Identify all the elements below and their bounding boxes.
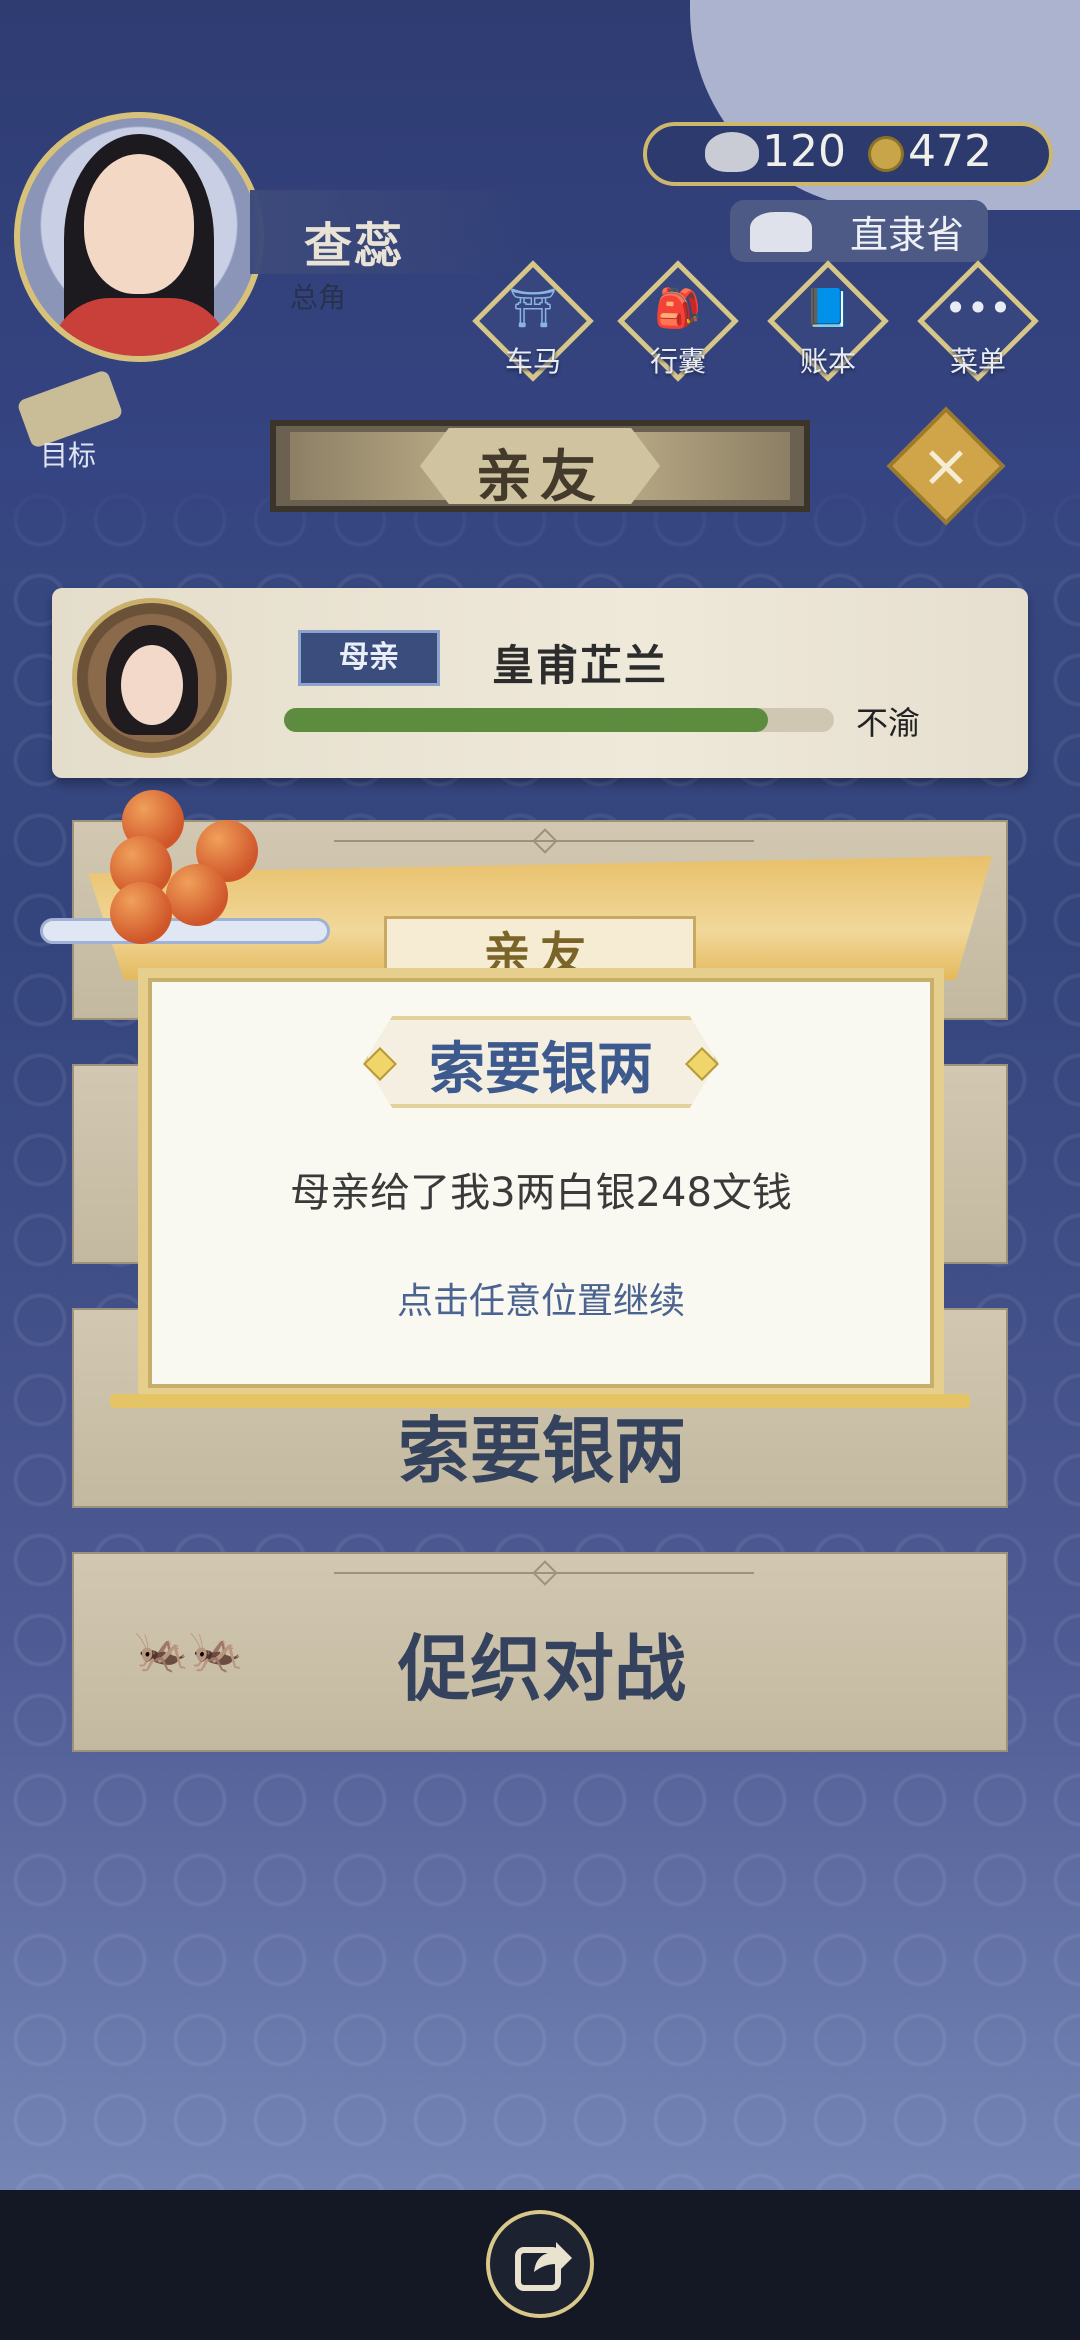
menu-dots-icon: ••• [944, 286, 1012, 330]
popup-base [110, 1394, 970, 1408]
ledger-icon: 📘 [804, 286, 852, 330]
share-button[interactable] [486, 2210, 594, 2318]
cricket-battle-card[interactable]: 🦗🦗 促织对战 [72, 1552, 1008, 1752]
avatar-face [84, 154, 194, 294]
goal-label: 目标 [40, 439, 97, 472]
player-role: 总角 [290, 281, 347, 314]
continue-hint[interactable]: 点击任意位置继续 [138, 1272, 944, 1324]
popup-heading: 索要银两 [429, 1037, 653, 1102]
popup-message: 母亲给了我3两白银248文钱 [290, 1170, 792, 1216]
cricket-battle-label: 促织对战 [397, 1627, 686, 1711]
silver-ingot-icon [705, 132, 759, 172]
page-title: 亲友 [476, 445, 604, 510]
menu-label: 菜单 [949, 345, 1006, 378]
player-avatar[interactable] [14, 112, 264, 362]
relationship-status: 不渝 [856, 704, 921, 742]
ledger-label: 账本 [799, 345, 856, 378]
avatar-robe [50, 298, 230, 356]
location-label: 直隶省 [850, 213, 965, 257]
relative-avatar [72, 598, 232, 758]
silver-amount: 120 [762, 126, 846, 177]
carriage-label: 车马 [504, 345, 561, 378]
copper-coin-icon [868, 136, 904, 172]
relative-name: 皇甫芷兰 [492, 641, 669, 690]
player-name: 查蕊 [304, 218, 405, 274]
relative-face [121, 645, 183, 725]
relation-tag: 母亲 [298, 630, 440, 686]
bag-icon: 🎒 [654, 286, 702, 330]
share-icon [515, 2242, 572, 2291]
carriage-icon: ⛩ [508, 286, 558, 330]
coin-amount: 472 [908, 126, 992, 177]
close-icon: × [920, 431, 972, 501]
bag-label: 行囊 [649, 345, 706, 378]
candied-haws-icon [110, 790, 280, 950]
card-ornament [532, 828, 558, 854]
card-ornament [532, 1560, 558, 1586]
relationship-bar-fill [284, 708, 768, 732]
location-icon [750, 212, 812, 252]
